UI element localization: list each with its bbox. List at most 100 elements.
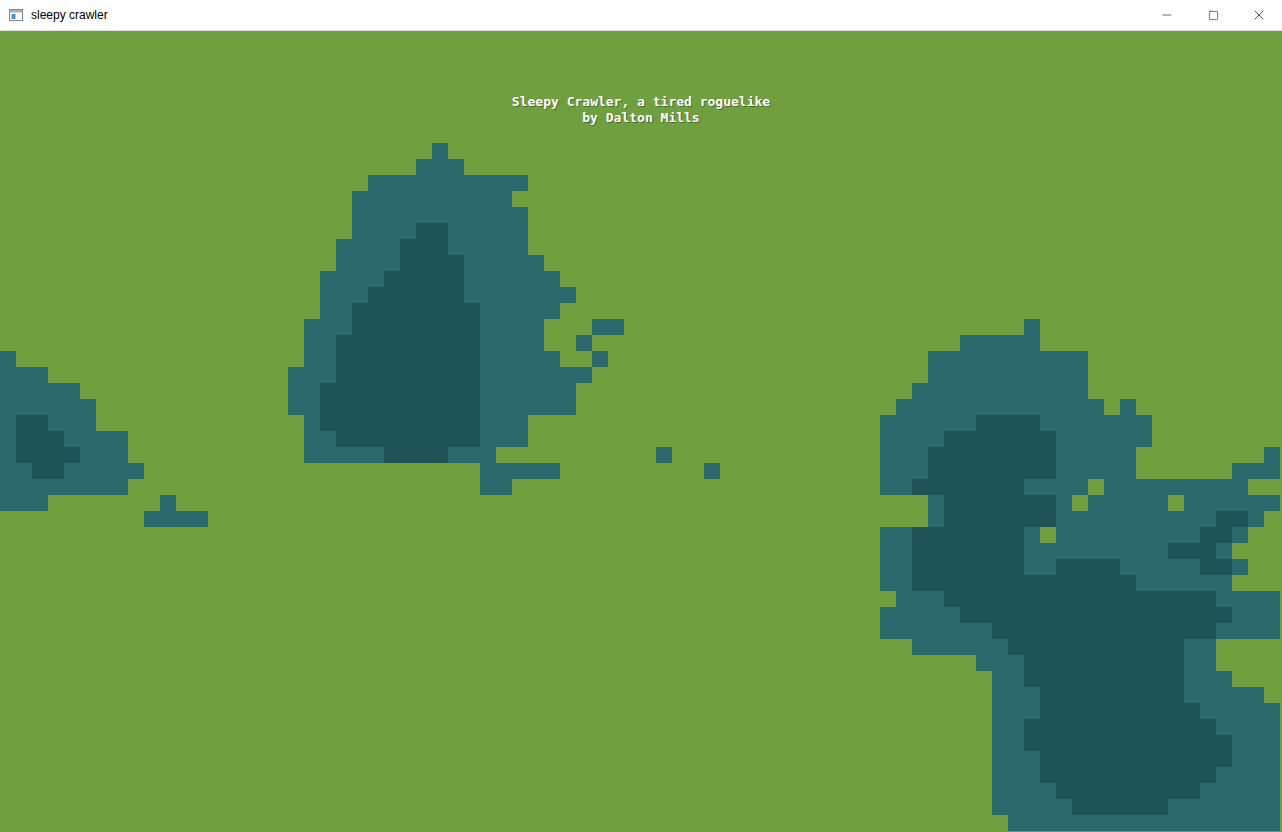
grass-tile bbox=[1040, 127, 1056, 143]
grass-tile bbox=[800, 95, 816, 111]
grass-tile bbox=[496, 111, 512, 127]
grass-tile bbox=[800, 351, 816, 367]
deep-water-tile bbox=[464, 319, 480, 335]
grass-tile bbox=[688, 255, 704, 271]
grass-tile bbox=[1264, 143, 1280, 159]
grass-tile bbox=[1152, 191, 1168, 207]
grass-tile bbox=[1184, 223, 1200, 239]
grass-tile bbox=[624, 287, 640, 303]
grass-tile bbox=[656, 415, 672, 431]
grass-tile bbox=[448, 127, 464, 143]
grass-tile bbox=[560, 223, 576, 239]
grass-tile bbox=[1088, 191, 1104, 207]
grass-tile bbox=[304, 159, 320, 175]
grass-tile bbox=[672, 415, 688, 431]
shallow-water-tile bbox=[368, 223, 384, 239]
grass-tile bbox=[0, 79, 16, 95]
grass-tile bbox=[704, 175, 720, 191]
grass-tile bbox=[928, 47, 944, 63]
grass-tile bbox=[1056, 31, 1072, 47]
grass-tile bbox=[736, 303, 752, 319]
grass-tile bbox=[576, 143, 592, 159]
grass-tile bbox=[144, 319, 160, 335]
grass-tile bbox=[144, 335, 160, 351]
grass-tile bbox=[208, 159, 224, 175]
shallow-water-tile bbox=[336, 271, 352, 287]
grass-tile bbox=[1104, 191, 1120, 207]
grass-tile bbox=[704, 159, 720, 175]
grass-tile bbox=[944, 303, 960, 319]
minimize-button[interactable] bbox=[1144, 0, 1190, 30]
game-view[interactable]: Sleepy Crawler, a tired roguelikeby Dalt… bbox=[0, 31, 1282, 832]
grass-tile bbox=[656, 191, 672, 207]
grass-tile bbox=[304, 207, 320, 223]
grass-tile bbox=[416, 31, 432, 47]
grass-tile bbox=[1264, 159, 1280, 175]
grass-tile bbox=[528, 207, 544, 223]
grass-tile bbox=[608, 31, 624, 47]
grass-tile bbox=[48, 223, 64, 239]
grass-tile bbox=[320, 111, 336, 127]
deep-water-tile bbox=[352, 335, 368, 351]
grass-tile bbox=[816, 175, 832, 191]
grass-tile bbox=[704, 239, 720, 255]
grass-tile bbox=[928, 175, 944, 191]
grass-tile bbox=[1152, 159, 1168, 175]
shallow-water-tile bbox=[528, 335, 544, 351]
grass-tile bbox=[1120, 31, 1136, 47]
grass-tile bbox=[960, 239, 976, 255]
grass-tile bbox=[928, 63, 944, 79]
grass-tile bbox=[336, 63, 352, 79]
maximize-button[interactable] bbox=[1190, 0, 1236, 30]
grass-tile bbox=[96, 95, 112, 111]
grass-tile bbox=[112, 143, 128, 159]
grass-tile bbox=[704, 255, 720, 271]
grass-tile bbox=[336, 191, 352, 207]
close-button[interactable] bbox=[1236, 0, 1282, 30]
grass-tile bbox=[992, 303, 1008, 319]
shallow-water-tile bbox=[80, 415, 96, 431]
grass-tile bbox=[256, 111, 272, 127]
grass-tile bbox=[736, 367, 752, 383]
grass-tile bbox=[896, 127, 912, 143]
shallow-water-tile bbox=[1008, 351, 1024, 367]
grass-tile bbox=[1008, 175, 1024, 191]
grass-tile bbox=[64, 351, 80, 367]
grass-tile bbox=[1184, 191, 1200, 207]
shallow-water-tile bbox=[448, 239, 464, 255]
grass-tile bbox=[336, 127, 352, 143]
shallow-water-tile bbox=[480, 207, 496, 223]
grass-tile bbox=[80, 319, 96, 335]
grass-tile bbox=[160, 367, 176, 383]
grass-tile bbox=[672, 47, 688, 63]
grass-tile bbox=[112, 335, 128, 351]
grass-tile bbox=[96, 415, 112, 431]
grass-tile bbox=[640, 335, 656, 351]
shallow-water-tile bbox=[464, 271, 480, 287]
grass-tile bbox=[224, 303, 240, 319]
grass-tile bbox=[784, 303, 800, 319]
grass-tile bbox=[624, 47, 640, 63]
grass-tile bbox=[944, 143, 960, 159]
grass-tile bbox=[80, 271, 96, 287]
grass-tile bbox=[832, 79, 848, 95]
grass-tile bbox=[128, 159, 144, 175]
grass-tile bbox=[832, 159, 848, 175]
grass-tile bbox=[1072, 303, 1088, 319]
grass-tile bbox=[560, 47, 576, 63]
grass-tile bbox=[256, 143, 272, 159]
grass-tile bbox=[528, 239, 544, 255]
grass-tile bbox=[784, 287, 800, 303]
grass-tile bbox=[0, 143, 16, 159]
grass-tile bbox=[128, 319, 144, 335]
grass-tile bbox=[224, 351, 240, 367]
grass-tile bbox=[240, 367, 256, 383]
grass-tile bbox=[80, 63, 96, 79]
grass-tile bbox=[1088, 111, 1104, 127]
grass-tile bbox=[464, 63, 480, 79]
shallow-water-tile bbox=[0, 367, 16, 383]
grass-tile bbox=[800, 319, 816, 335]
grass-tile bbox=[32, 159, 48, 175]
grass-tile bbox=[16, 31, 32, 47]
grass-tile bbox=[48, 111, 64, 127]
